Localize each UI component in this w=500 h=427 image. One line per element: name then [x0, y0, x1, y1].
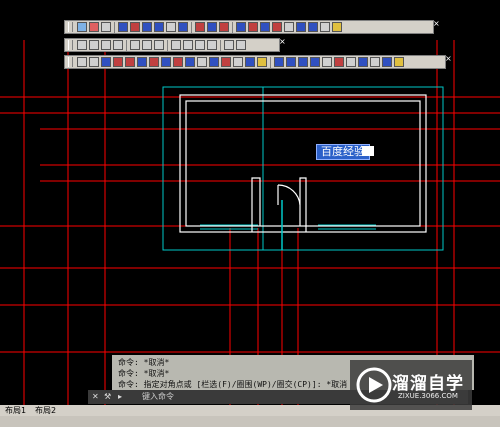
point-icon[interactable]: [358, 57, 368, 67]
trim-icon[interactable]: [185, 57, 195, 67]
status-bar: [0, 416, 500, 427]
zoom-icon[interactable]: [394, 57, 404, 67]
angular-icon[interactable]: [166, 22, 176, 32]
wrench-icon[interactable]: ⚒: [104, 390, 111, 404]
explode-icon[interactable]: [257, 57, 267, 67]
layer-previous-icon[interactable]: [101, 40, 111, 50]
aligned-dimension-icon[interactable]: [89, 22, 99, 32]
layer-isolate-icon[interactable]: [113, 40, 123, 50]
pan-icon[interactable]: [382, 57, 392, 67]
fillet-icon[interactable]: [245, 57, 255, 67]
unlock-icon[interactable]: [195, 40, 205, 50]
watermark-brand: 溜溜自学: [392, 374, 464, 394]
rotate-icon[interactable]: [149, 57, 159, 67]
merge-icon[interactable]: [207, 40, 217, 50]
overlay-label-cursor: [362, 146, 374, 156]
erase-icon[interactable]: [77, 57, 87, 67]
change-layer-icon[interactable]: [142, 40, 152, 50]
toolbar-grip[interactable]: [68, 40, 73, 50]
chamfer-icon[interactable]: [233, 57, 243, 67]
toolbar-dimension[interactable]: ×: [64, 20, 440, 34]
play-logo-icon: [356, 367, 392, 403]
region-icon[interactable]: [298, 57, 308, 67]
break-point-icon[interactable]: [209, 57, 219, 67]
command-input[interactable]: 键入命令: [142, 390, 174, 404]
layer-state-icon[interactable]: [89, 40, 99, 50]
close-icon[interactable]: ×: [445, 55, 452, 63]
watermark-url: ZIXUE.3066.COM: [398, 392, 458, 400]
jogged-icon[interactable]: [142, 22, 152, 32]
baseline-icon[interactable]: [195, 22, 205, 32]
insert-icon[interactable]: [334, 57, 344, 67]
properties-icon[interactable]: [370, 57, 380, 67]
command-history-line: 命令: *取消*: [118, 358, 170, 367]
command-history-line: 命令: 指定对角点或 [栏选(F)/圈围(WP)/圈交(CP)]: *取消: [118, 380, 348, 389]
toolbar-layers[interactable]: ×: [64, 38, 286, 52]
linear-dimension-icon[interactable]: [77, 22, 87, 32]
text-icon[interactable]: [346, 57, 356, 67]
dimension-style-icon[interactable]: [332, 22, 342, 32]
ordinate-icon[interactable]: [118, 22, 128, 32]
array-icon[interactable]: [125, 57, 135, 67]
edit-text-icon[interactable]: [308, 22, 318, 32]
layer-walk-icon[interactable]: [224, 40, 234, 50]
jogged-linear-icon[interactable]: [284, 22, 294, 32]
join-icon[interactable]: [221, 57, 231, 67]
hatch-icon[interactable]: [274, 57, 284, 67]
gradient-icon[interactable]: [286, 57, 296, 67]
inspection-icon[interactable]: [272, 22, 282, 32]
quick-dimension-icon[interactable]: [178, 22, 188, 32]
move-icon[interactable]: [137, 57, 147, 67]
center-mark-icon[interactable]: [260, 22, 270, 32]
command-history-line: 命令: *取消*: [118, 369, 170, 378]
toolbar-grip[interactable]: [68, 22, 73, 32]
edit-dimension-icon[interactable]: [296, 22, 306, 32]
break-icon[interactable]: [236, 22, 246, 32]
tolerance-icon[interactable]: [248, 22, 258, 32]
extend-icon[interactable]: [197, 57, 207, 67]
lock-icon[interactable]: [183, 40, 193, 50]
layer-delete-icon[interactable]: [236, 40, 246, 50]
close-icon[interactable]: ×: [433, 20, 440, 28]
diameter-icon[interactable]: [154, 22, 164, 32]
block-icon[interactable]: [322, 57, 332, 67]
layer-icon[interactable]: [77, 40, 87, 50]
mirror-icon[interactable]: [101, 57, 111, 67]
close-icon[interactable]: ×: [279, 38, 286, 46]
space-icon[interactable]: [219, 22, 229, 32]
continue-icon[interactable]: [207, 22, 217, 32]
tab-layout1[interactable]: 布局1: [2, 405, 29, 416]
layer-off-icon[interactable]: [154, 40, 164, 50]
freeze-icon[interactable]: [171, 40, 181, 50]
update-icon[interactable]: [320, 22, 330, 32]
table-icon[interactable]: [310, 57, 320, 67]
tab-layout2[interactable]: 布局2: [32, 405, 59, 416]
scale-icon[interactable]: [161, 57, 171, 67]
arc-length-icon[interactable]: [101, 22, 111, 32]
stretch-icon[interactable]: [173, 57, 183, 67]
toolbar-draw-modify[interactable]: ×: [64, 55, 452, 69]
match-layer-icon[interactable]: [130, 40, 140, 50]
radius-icon[interactable]: [130, 22, 140, 32]
copy-icon[interactable]: [89, 57, 99, 67]
toolbar-grip[interactable]: [68, 57, 73, 67]
close-icon[interactable]: ✕: [92, 390, 99, 404]
offset-icon[interactable]: [113, 57, 123, 67]
command-chevron-icon: ▸: [118, 392, 123, 401]
